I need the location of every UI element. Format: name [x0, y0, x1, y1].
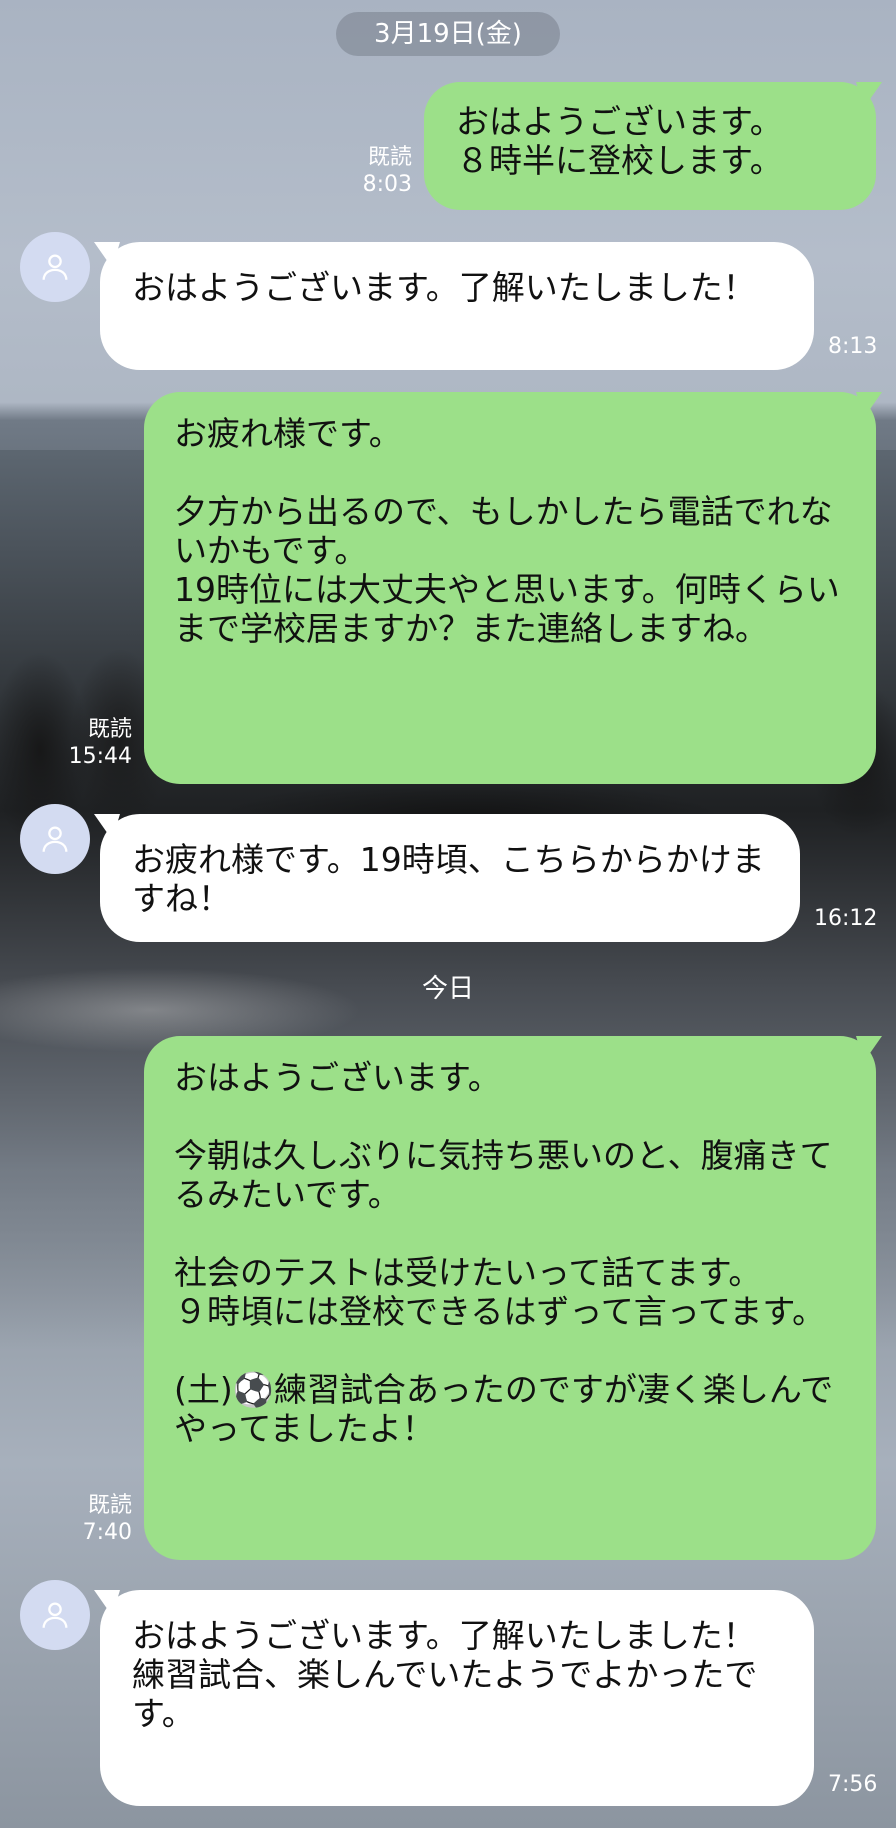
read-receipt: 既読 7:40 [83, 1492, 132, 1546]
message-time: 16:12 [814, 906, 878, 931]
avatar[interactable] [20, 232, 90, 302]
read-label: 既読 [87, 1493, 132, 1518]
avatar[interactable] [20, 1580, 90, 1650]
message-bubble-incoming[interactable]: おはようございます。了解いたしました！ [100, 242, 814, 370]
read-label: 既読 [87, 717, 132, 742]
avatar[interactable] [20, 804, 90, 874]
message-bubble-incoming[interactable]: お疲れ様です。19時頃、こちらからかけますね！ [100, 814, 800, 942]
message-time: 7:40 [82, 1520, 132, 1545]
day-separator: 今日 [421, 974, 474, 1004]
message-time: 15:44 [68, 744, 132, 769]
message-time: 7:56 [828, 1772, 878, 1797]
message-bubble-incoming[interactable]: おはようございます。了解いたしました！ 練習試合、楽しんでいたようでよかったです… [100, 1590, 814, 1806]
person-silhouette-icon [42, 1602, 68, 1628]
message-bubble-outgoing[interactable]: おはようございます。 今朝は久しぶりに気持ち悪いのと、腹痛きてるみたいです。 社… [144, 1036, 876, 1560]
read-label: 既読 [367, 145, 412, 170]
message-time: 8:13 [828, 334, 878, 359]
date-header: 3月19日(金) [336, 12, 560, 56]
person-silhouette-icon [42, 826, 68, 852]
message-bubble-outgoing[interactable]: おはようございます。 ８時半に登校します。 [424, 82, 876, 210]
read-receipt: 既読 8:03 [363, 144, 412, 198]
message-time: 8:03 [362, 172, 412, 197]
read-receipt: 既読 15:44 [69, 716, 132, 770]
message-bubble-outgoing[interactable]: お疲れ様です。 夕方から出るので、もしかしたら電話でれないかもです。 19時位に… [144, 392, 876, 784]
person-silhouette-icon [42, 254, 68, 280]
